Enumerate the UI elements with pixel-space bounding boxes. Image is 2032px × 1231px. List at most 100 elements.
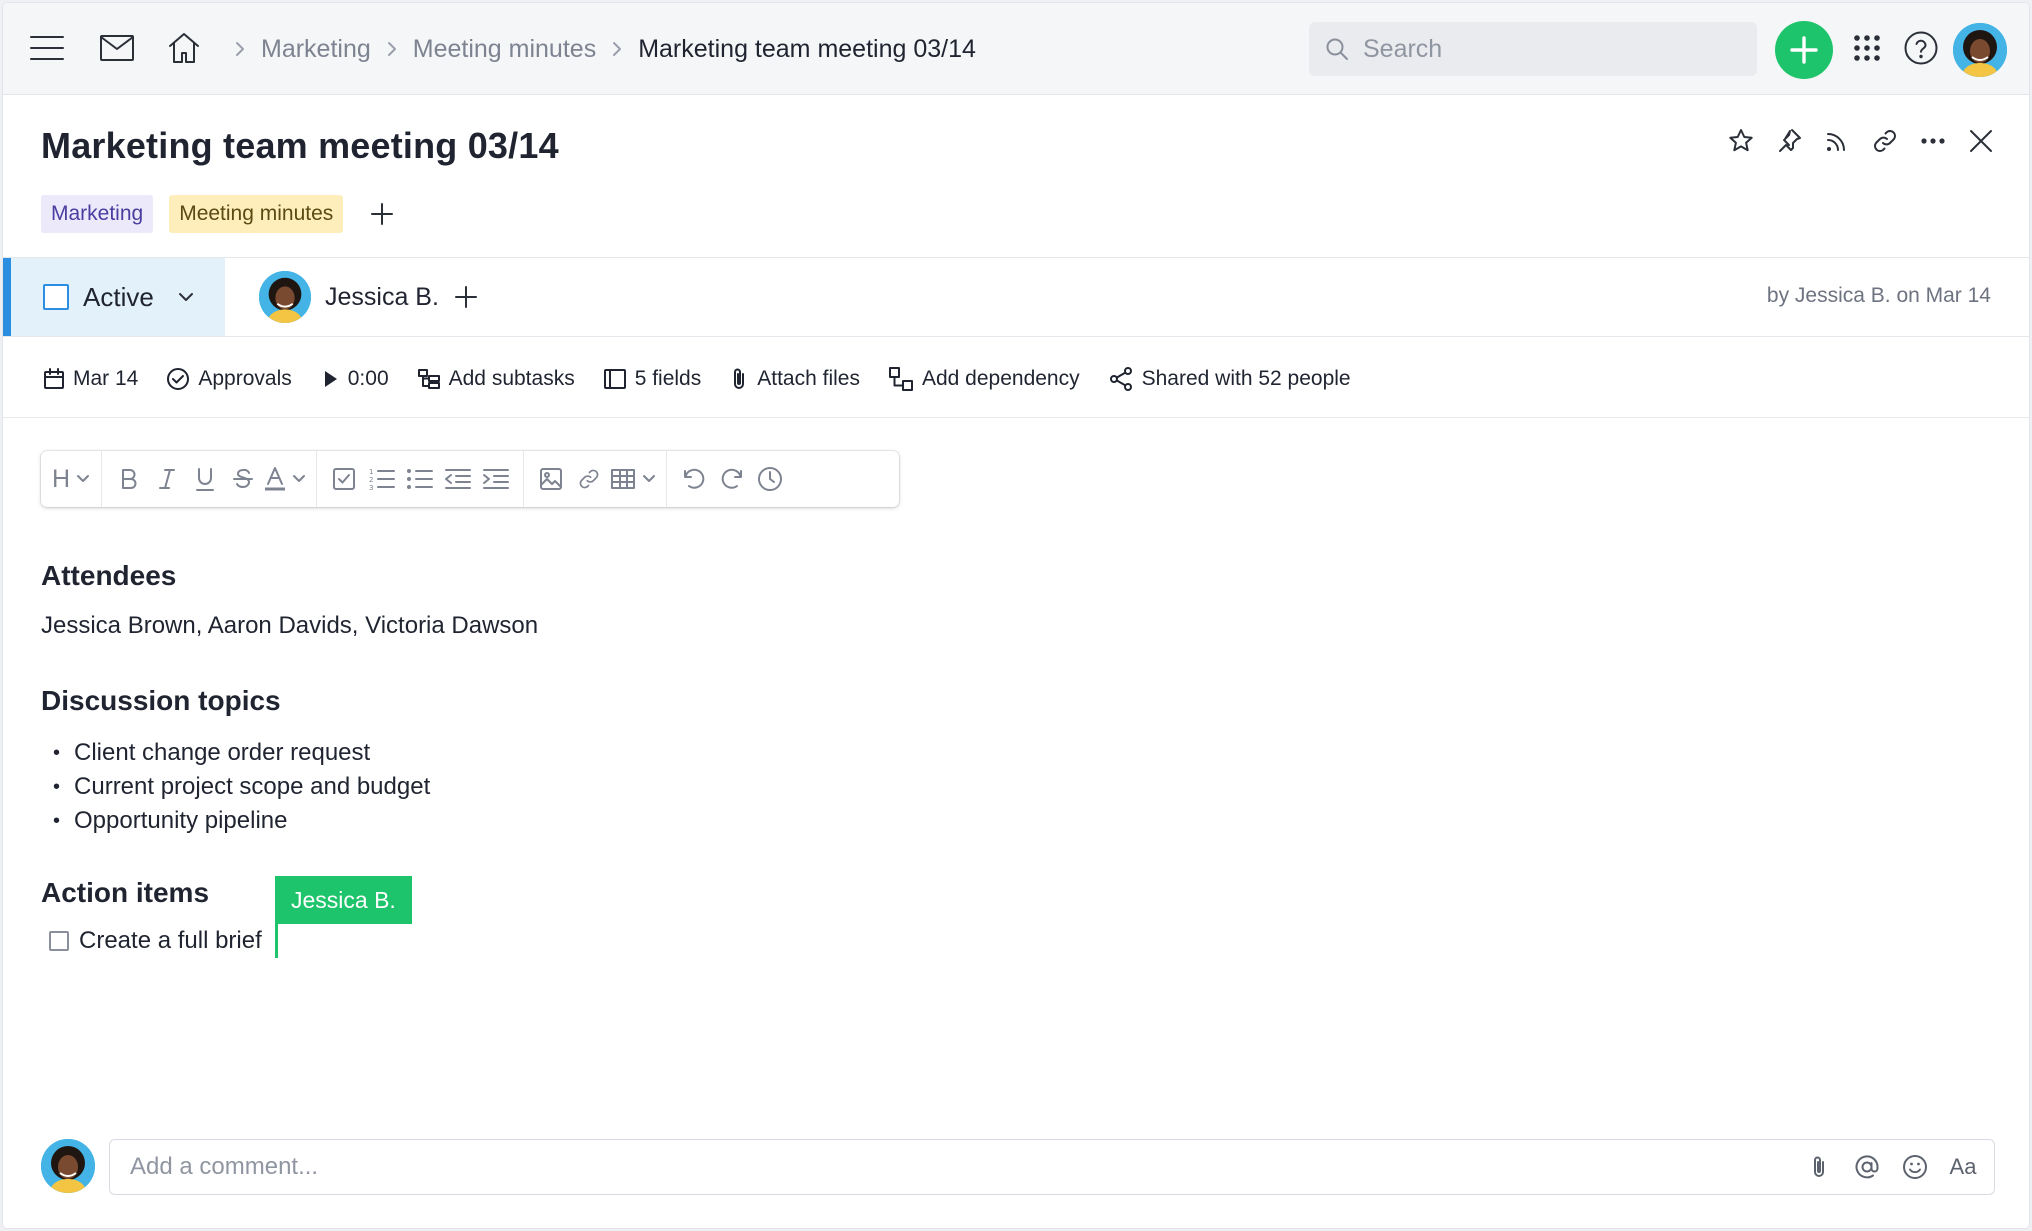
approvals-label: Approvals <box>198 367 292 390</box>
breadcrumb-item[interactable]: Meeting minutes <box>413 35 596 64</box>
heading-label: H <box>51 464 71 493</box>
paperclip-icon <box>734 368 745 389</box>
assignee: Jessica B. <box>259 271 477 323</box>
topics-heading: Discussion topics <box>41 685 281 716</box>
add-tag-button[interactable] <box>363 195 401 233</box>
header-actions <box>1725 125 1997 157</box>
status-label: Active <box>83 281 154 312</box>
todo-checkbox[interactable] <box>49 931 69 951</box>
search-input[interactable] <box>1363 34 1743 64</box>
search-icon <box>1325 37 1349 61</box>
strikethrough-icon[interactable] <box>226 461 260 497</box>
user-avatar[interactable] <box>1953 23 2007 77</box>
assignee-name[interactable]: Jessica B. <box>325 283 439 312</box>
fields-button[interactable]: 5 fields <box>603 367 702 391</box>
approvals-button[interactable]: Approvals <box>166 367 292 391</box>
chevron-down-icon <box>77 475 90 482</box>
list-item: Current project scope and budget <box>41 770 430 804</box>
italic-icon[interactable] <box>150 461 184 497</box>
chevron-right-icon <box>235 41 245 57</box>
more-icon[interactable] <box>1917 125 1949 157</box>
timer-button[interactable]: 0:00 <box>320 367 389 391</box>
image-icon[interactable] <box>534 461 568 497</box>
svg-text:3: 3 <box>369 484 373 491</box>
comment-actions: Aa <box>1802 1150 1980 1184</box>
tag[interactable]: Meeting minutes <box>169 195 344 233</box>
history-icon[interactable] <box>753 461 787 497</box>
breadcrumb-current: Marketing team meeting 03/14 <box>638 34 976 63</box>
fields-label: 5 fields <box>634 367 702 390</box>
link-icon[interactable] <box>572 461 606 497</box>
attach-files-button[interactable]: Attach files <box>729 367 860 391</box>
paperclip-icon[interactable] <box>1802 1150 1836 1184</box>
share-button[interactable]: Shared with 52 people <box>1108 366 1351 392</box>
status-dropdown[interactable]: Active <box>3 258 225 336</box>
search-box[interactable] <box>1309 22 1757 76</box>
close-icon[interactable] <box>1965 125 1997 157</box>
task-title[interactable]: Marketing team meeting 03/14 <box>41 125 559 167</box>
toolbar-group-insert <box>524 451 667 507</box>
mail-icon[interactable] <box>93 24 141 72</box>
comment-box[interactable]: Aa <box>109 1139 1995 1195</box>
timer-value: 0:00 <box>347 367 389 390</box>
rss-icon[interactable] <box>1821 125 1853 157</box>
attendees-text: Jessica Brown, Aaron Davids, Victoria Da… <box>41 612 539 639</box>
indent-icon[interactable] <box>479 461 513 497</box>
date-button[interactable]: Mar 14 <box>43 367 138 391</box>
mention-icon[interactable] <box>1850 1150 1884 1184</box>
list-item: Client change order request <box>41 736 430 770</box>
add-subtasks-button[interactable]: Add subtasks <box>417 367 575 391</box>
outdent-icon[interactable] <box>441 461 475 497</box>
plus-icon <box>371 203 394 225</box>
chevron-down-icon <box>643 475 655 482</box>
status-row: Active Jessica B. by Jessica B. on Mar 1… <box>3 257 2029 337</box>
star-icon[interactable] <box>1725 125 1757 157</box>
date-label: Mar 14 <box>73 367 139 390</box>
subtasks-label: Add subtasks <box>448 367 575 390</box>
chevron-right-icon <box>612 41 622 57</box>
status-checkbox[interactable] <box>43 284 69 310</box>
redo-icon[interactable] <box>715 461 749 497</box>
heading-dropdown[interactable]: H <box>51 461 91 497</box>
collaborator-cursor <box>275 924 278 958</box>
add-dependency-button[interactable]: Add dependency <box>888 366 1080 392</box>
link-icon[interactable] <box>1869 125 1901 157</box>
grid-icon[interactable] <box>1843 24 1891 72</box>
hamburger-icon[interactable] <box>23 24 71 72</box>
table-icon <box>611 469 635 489</box>
text-color-dropdown[interactable] <box>264 461 306 497</box>
underline-icon[interactable] <box>188 461 222 497</box>
text-format-button[interactable]: Aa <box>1946 1150 1980 1184</box>
table-dropdown[interactable] <box>610 461 656 497</box>
action-items-heading: Action items <box>41 877 210 908</box>
bold-icon[interactable] <box>112 461 146 497</box>
share-label: Shared with 52 people <box>1141 367 1351 390</box>
todo-text: Create a full brief <box>79 927 262 954</box>
top-bar: Marketing Meeting minutes Marketing team… <box>3 3 2029 95</box>
topics-list: Client change order request Current proj… <box>41 736 430 838</box>
avatar[interactable] <box>259 271 311 323</box>
emoji-icon[interactable] <box>1898 1150 1932 1184</box>
breadcrumb: Marketing Meeting minutes Marketing team… <box>235 31 976 67</box>
tag-list: Marketing Meeting minutes <box>41 195 401 233</box>
undo-icon[interactable] <box>677 461 711 497</box>
svg-text:1: 1 <box>369 468 373 476</box>
help-icon[interactable] <box>1897 24 1945 72</box>
add-assignee-button[interactable] <box>454 286 477 308</box>
comment-input[interactable] <box>130 1153 1730 1181</box>
home-icon[interactable] <box>160 24 208 72</box>
add-dependency-label: Add dependency <box>921 367 1080 390</box>
play-icon <box>324 371 337 387</box>
breadcrumb-item[interactable]: Marketing <box>261 35 371 64</box>
numbered-list-icon[interactable]: 123 <box>365 461 399 497</box>
bullet-list-icon[interactable] <box>403 461 437 497</box>
fields-icon <box>603 369 626 389</box>
toolbar-group-heading: H <box>41 451 102 507</box>
pin-icon[interactable] <box>1773 125 1805 157</box>
add-button[interactable] <box>1775 21 1833 79</box>
tag[interactable]: Marketing <box>41 195 154 233</box>
checklist-icon[interactable] <box>327 461 361 497</box>
divider <box>3 417 2029 418</box>
comment-avatar <box>41 1139 95 1193</box>
attendees-heading: Attendees <box>41 560 177 591</box>
